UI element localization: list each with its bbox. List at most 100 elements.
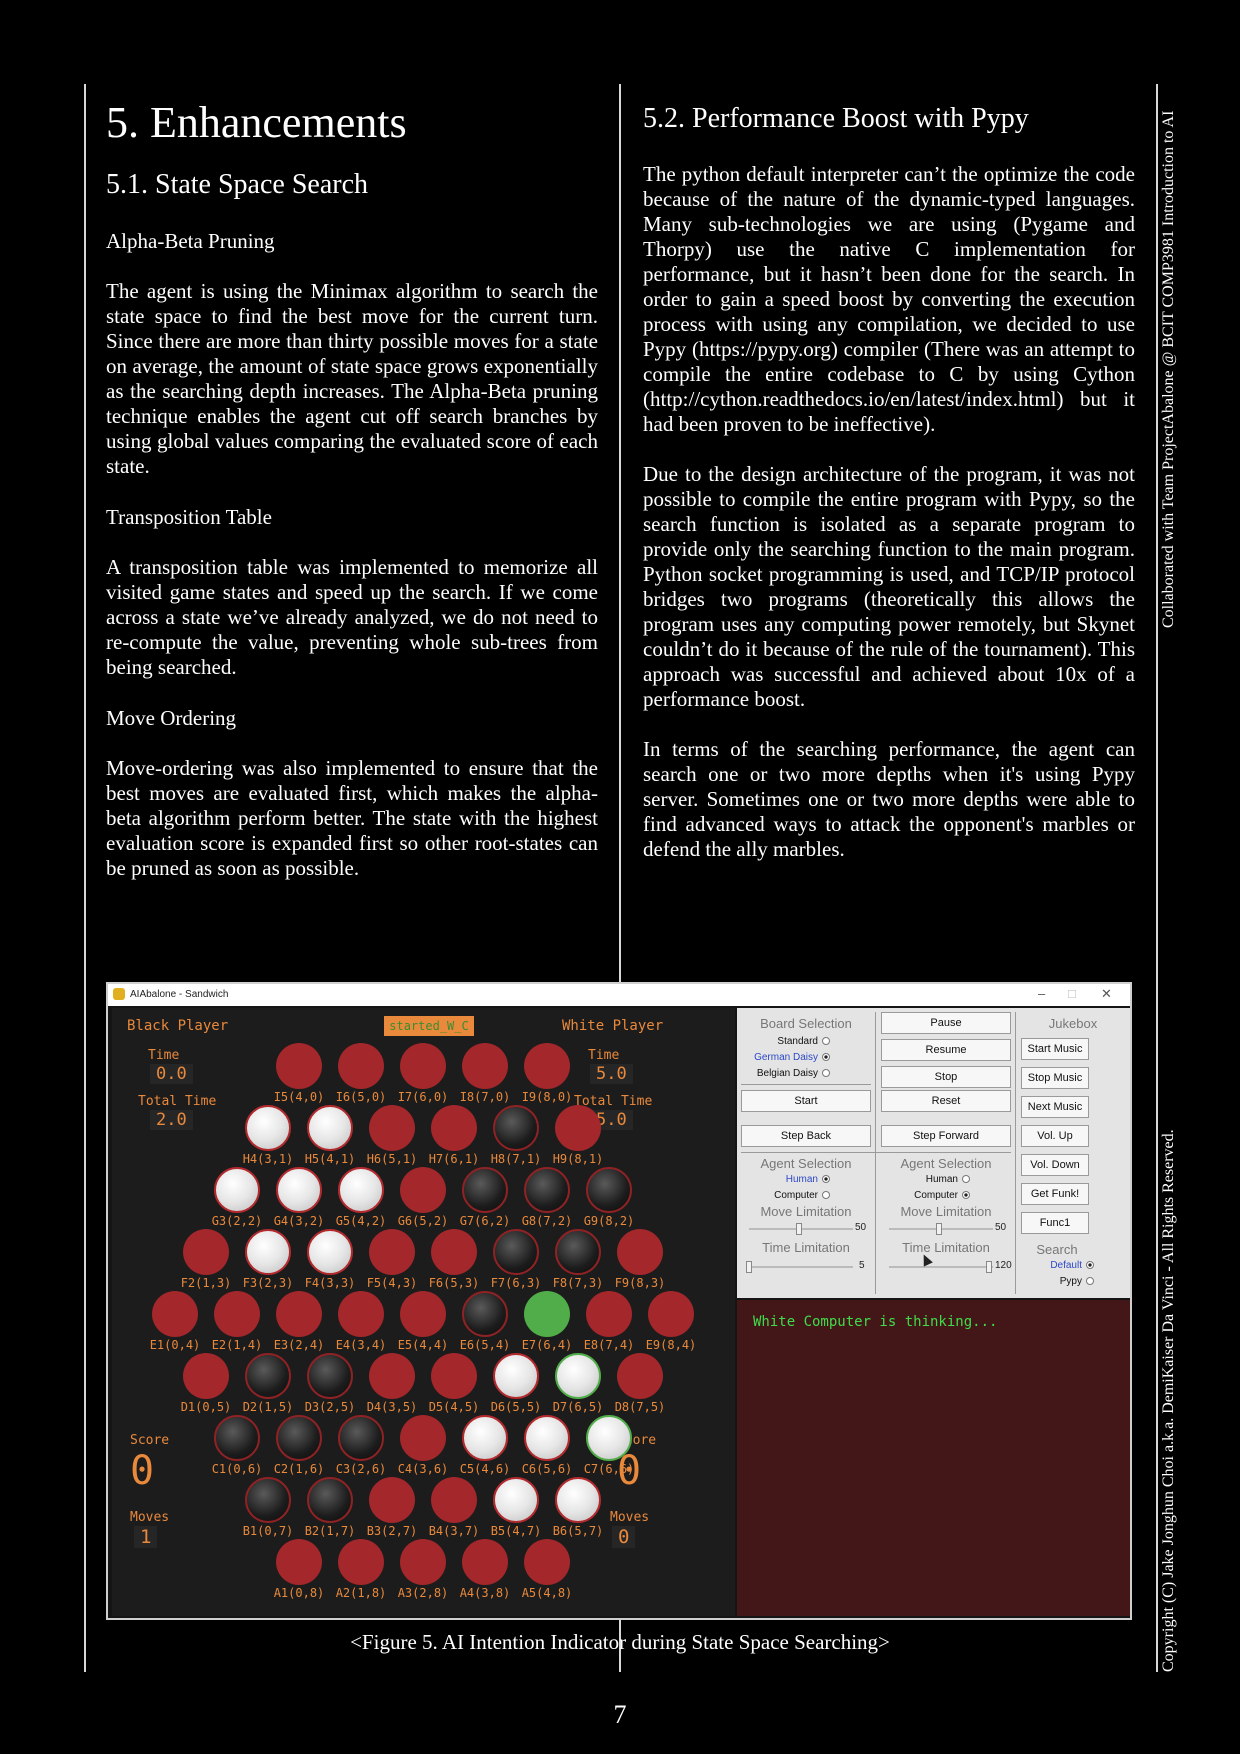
marble-i7[interactable] [400,1043,446,1089]
marble-f8[interactable] [555,1229,601,1275]
marble-a2[interactable] [338,1539,384,1585]
resume-button[interactable]: Resume [881,1039,1011,1061]
marble-i5[interactable] [276,1043,322,1089]
marble-b5[interactable] [493,1477,539,1523]
func1-button[interactable]: Func1 [1021,1212,1089,1234]
marble-a5[interactable] [524,1539,570,1585]
marble-h5[interactable] [307,1105,353,1151]
marble-e7[interactable] [524,1291,570,1337]
marble-g3[interactable] [214,1167,260,1213]
marble-b3[interactable] [369,1477,415,1523]
marble-e9[interactable] [648,1291,694,1337]
marble-e4[interactable] [338,1291,384,1337]
white-time-limit-slider-track[interactable] [889,1266,993,1268]
white-agent-human-option[interactable]: Human [926,1174,970,1185]
board-option-belgian-daisy[interactable]: Belgian Daisy [757,1068,830,1079]
search-option-default[interactable]: Default [1050,1260,1094,1271]
board-option-german-daisy[interactable]: German Daisy [754,1052,830,1063]
marble-d1[interactable] [183,1353,229,1399]
marble-h4[interactable] [245,1105,291,1151]
marble-i6[interactable] [338,1043,384,1089]
marble-c2[interactable] [276,1415,322,1461]
stop-music-button[interactable]: Stop Music [1021,1067,1089,1089]
pause-button[interactable]: Pause [881,1012,1011,1034]
marble-c7[interactable] [586,1415,632,1461]
volume-up-button[interactable]: Vol. Up [1021,1125,1089,1147]
ai-log-panel: White Computer is thinking... [737,1300,1130,1616]
black-player-label: Black Player [127,1018,229,1034]
marble-e6[interactable] [462,1291,508,1337]
step-back-button[interactable]: Step Back [741,1125,871,1147]
marble-a4[interactable] [462,1539,508,1585]
marble-c6[interactable] [524,1415,570,1461]
marble-f5[interactable] [369,1229,415,1275]
radio-icon [822,1191,830,1200]
white-move-limit-slider[interactable] [936,1223,942,1235]
marble-e5[interactable] [400,1291,446,1337]
marble-b2[interactable] [307,1477,353,1523]
marble-d3[interactable] [307,1353,353,1399]
start-button[interactable]: Start [741,1090,871,1112]
marble-coordinate-label: D8(7,5) [614,1400,666,1414]
marble-c5[interactable] [462,1415,508,1461]
marble-i8[interactable] [462,1043,508,1089]
marble-e1[interactable] [152,1291,198,1337]
white-time-limit-slider[interactable] [986,1261,992,1273]
marble-f3[interactable] [245,1229,291,1275]
marble-d2[interactable] [245,1353,291,1399]
marble-d8[interactable] [617,1353,663,1399]
maximize-icon[interactable]: □ [1068,986,1076,1001]
marble-g5[interactable] [338,1167,384,1213]
volume-down-button[interactable]: Vol. Down [1021,1154,1089,1176]
reset-button[interactable]: Reset [881,1090,1011,1112]
close-icon[interactable]: ✕ [1101,986,1112,1002]
marble-b1[interactable] [245,1477,291,1523]
black-move-limit-slider[interactable] [796,1223,802,1235]
marble-c1[interactable] [214,1415,260,1461]
next-music-button[interactable]: Next Music [1021,1096,1089,1118]
marble-d4[interactable] [369,1353,415,1399]
white-agent-computer-option[interactable]: Computer [914,1190,970,1201]
marble-f6[interactable] [431,1229,477,1275]
subsection-title-pypy: 5.2. Performance Boost with Pypy [643,103,1029,134]
marble-g9[interactable] [586,1167,632,1213]
get-funk-button[interactable]: Get Funk! [1021,1183,1089,1205]
marble-a3[interactable] [400,1539,446,1585]
marble-f2[interactable] [183,1229,229,1275]
marble-g7[interactable] [462,1167,508,1213]
marble-e8[interactable] [586,1291,632,1337]
black-agent-computer-option[interactable]: Computer [774,1190,830,1201]
start-music-button[interactable]: Start Music [1021,1038,1089,1060]
marble-d7[interactable] [555,1353,601,1399]
marble-g6[interactable] [400,1167,446,1213]
marble-d5[interactable] [431,1353,477,1399]
marble-h7[interactable] [431,1105,477,1151]
marble-b4[interactable] [431,1477,477,1523]
marble-f9[interactable] [617,1229,663,1275]
left-margin-rule [84,84,86,1672]
marble-f4[interactable] [307,1229,353,1275]
minimize-icon[interactable]: – [1038,986,1045,1001]
marble-c4[interactable] [400,1415,446,1461]
marble-coordinate-label: A4(3,8) [459,1586,511,1600]
marble-e2[interactable] [214,1291,260,1337]
marble-a1[interactable] [276,1539,322,1585]
marble-g4[interactable] [276,1167,322,1213]
marble-b6[interactable] [555,1477,601,1523]
marble-e3[interactable] [276,1291,322,1337]
stop-button[interactable]: Stop [881,1066,1011,1088]
black-agent-human-option[interactable]: Human [786,1174,830,1185]
marble-h9[interactable] [555,1105,601,1151]
board-option-standard[interactable]: Standard [777,1036,830,1047]
marble-c3[interactable] [338,1415,384,1461]
search-option-pypy[interactable]: Pypy [1060,1276,1094,1287]
marble-d6[interactable] [493,1353,539,1399]
marble-f7[interactable] [493,1229,539,1275]
black-time-limit-slider[interactable] [746,1261,752,1273]
marble-g8[interactable] [524,1167,570,1213]
marble-h8[interactable] [493,1105,539,1151]
marble-i9[interactable] [524,1043,570,1089]
black-time-limit-slider-track[interactable] [749,1266,853,1268]
step-forward-button[interactable]: Step Forward [881,1125,1011,1147]
marble-h6[interactable] [369,1105,415,1151]
